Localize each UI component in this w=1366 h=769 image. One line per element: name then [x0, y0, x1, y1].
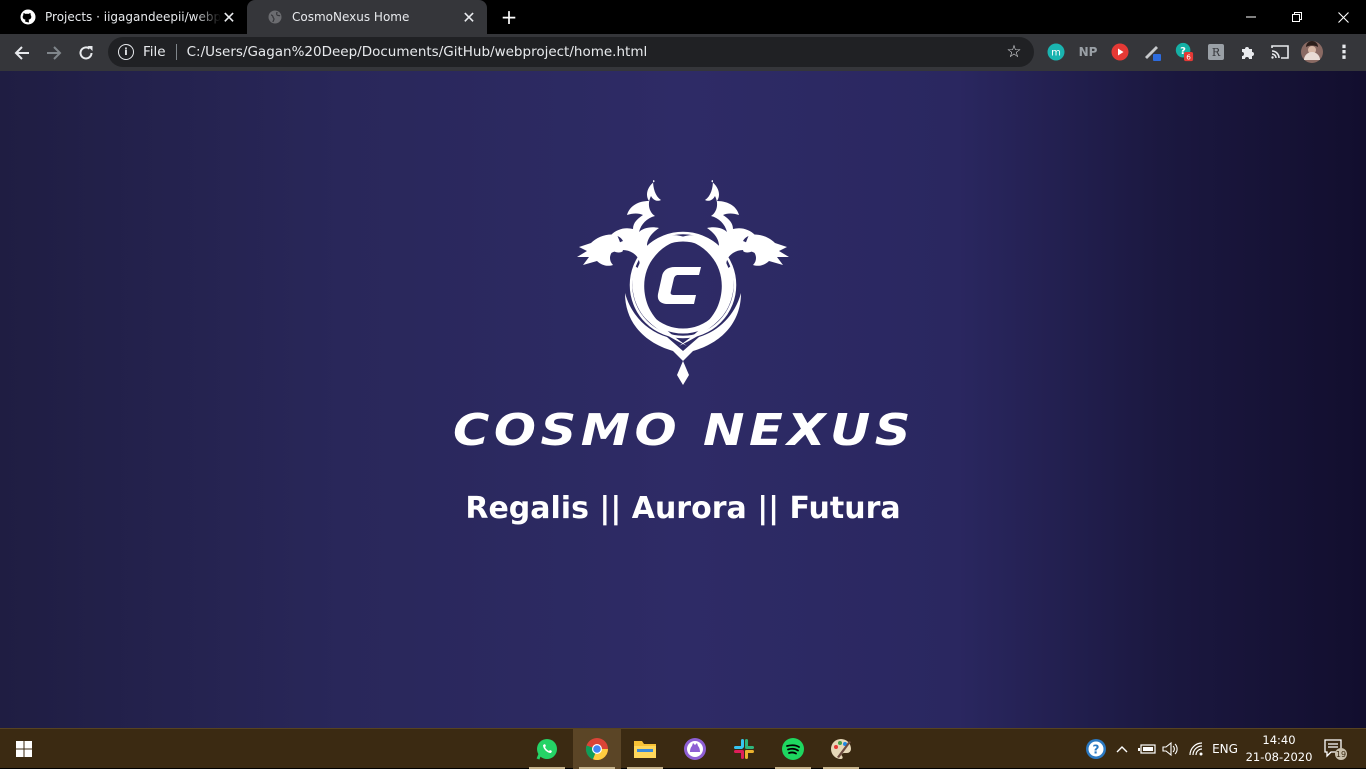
- language-indicator[interactable]: ENG: [1210, 729, 1240, 769]
- close-window-button[interactable]: [1320, 0, 1366, 34]
- minimize-button[interactable]: [1228, 0, 1274, 34]
- bookmark-star-icon[interactable]: ☆: [1004, 42, 1024, 62]
- tab-title: Projects · iigagandeepii/webproject: [45, 10, 221, 24]
- back-arrow-icon: [14, 46, 29, 60]
- pen-extension-icon[interactable]: [1142, 42, 1162, 62]
- reload-icon: [79, 46, 93, 60]
- file-explorer-icon[interactable]: [621, 729, 669, 769]
- whatsapp-icon[interactable]: [523, 729, 571, 769]
- reload-button[interactable]: [72, 39, 100, 67]
- site-info-icon[interactable]: i: [118, 44, 134, 60]
- notification-icon: 19: [1324, 739, 1347, 760]
- help-icon[interactable]: ?: [1083, 729, 1109, 769]
- tagline: Regalis || Aurora || Futura: [465, 491, 901, 526]
- paint-icon[interactable]: [817, 729, 865, 769]
- start-button[interactable]: [0, 729, 48, 769]
- chevron-up-icon[interactable]: [1113, 729, 1131, 769]
- clock-date: 21-08-2020: [1245, 750, 1313, 764]
- svg-text:6: 6: [1186, 52, 1191, 61]
- new-tab-button[interactable]: +: [497, 5, 521, 29]
- system-clock[interactable]: 14:40 21-08-2020: [1244, 732, 1314, 766]
- slack-icon[interactable]: [720, 729, 768, 769]
- wifi-icon[interactable]: [1186, 729, 1208, 769]
- address-bar[interactable]: i File C:/Users/Gagan%20Deep/Documents/G…: [108, 37, 1034, 67]
- notification-center-button[interactable]: 19: [1320, 729, 1350, 769]
- scheme-label: File: [143, 44, 166, 60]
- spotify-icon[interactable]: [769, 729, 817, 769]
- tab-strip: Projects · iigagandeepii/webproject ✕ Co…: [0, 0, 1366, 34]
- volume-icon[interactable]: [1160, 729, 1182, 769]
- github-desktop-icon[interactable]: [671, 729, 719, 769]
- restore-button[interactable]: [1274, 0, 1320, 34]
- minimize-icon: [1246, 16, 1256, 18]
- svg-text:?: ?: [1093, 743, 1100, 757]
- svg-text:R: R: [1212, 46, 1221, 59]
- restore-icon: [1292, 12, 1302, 22]
- cosmo-nexus-wordmark: COSMO NEXUS: [453, 405, 915, 451]
- m-extension-icon[interactable]: m: [1046, 42, 1066, 62]
- menu-icon[interactable]: ⋮: [1334, 42, 1354, 63]
- puzzle-icon[interactable]: [1238, 42, 1258, 62]
- youtube-extension-icon[interactable]: [1110, 42, 1130, 62]
- profile-avatar[interactable]: [1300, 40, 1324, 64]
- chrome-icon[interactable]: [573, 729, 621, 769]
- battery-icon[interactable]: [1136, 729, 1158, 769]
- clock-time: 14:40: [1262, 733, 1296, 747]
- page-viewport: COSMO NEXUS Regalis || Aurora || Futura: [0, 71, 1366, 728]
- github-icon: [20, 9, 36, 25]
- reader-extension-icon[interactable]: R: [1206, 42, 1226, 62]
- windows-taskbar: ? ENG 14:40 21-08-2020 19: [0, 728, 1366, 769]
- svg-text:19: 19: [1336, 750, 1346, 759]
- back-button[interactable]: [8, 39, 36, 67]
- svg-text:m: m: [1051, 48, 1061, 59]
- cosmo-nexus-dragon-emblem: [577, 180, 789, 385]
- grammar-extension-icon[interactable]: ? 6: [1174, 42, 1194, 62]
- windows-logo-icon: [16, 741, 32, 757]
- tab-projects[interactable]: Projects · iigagandeepii/webproject ✕: [0, 0, 247, 34]
- np-extension-icon[interactable]: NP: [1076, 42, 1100, 62]
- close-tab-icon[interactable]: ✕: [461, 8, 477, 27]
- tab-cosmonexus-home[interactable]: CosmoNexus Home ✕: [247, 0, 487, 34]
- globe-icon: [267, 9, 283, 25]
- forward-button[interactable]: [40, 39, 68, 67]
- close-icon: [1337, 11, 1349, 23]
- tab-title: CosmoNexus Home: [292, 10, 410, 24]
- forward-arrow-icon: [47, 46, 62, 60]
- svg-text:COSMO NEXUS: COSMO NEXUS: [453, 405, 915, 451]
- browser-toolbar: i File C:/Users/Gagan%20Deep/Documents/G…: [0, 34, 1366, 71]
- close-tab-icon[interactable]: ✕: [221, 8, 237, 27]
- url-text[interactable]: C:/Users/Gagan%20Deep/Documents/GitHub/w…: [187, 44, 1004, 60]
- omnibox-divider: [175, 44, 177, 60]
- cast-icon[interactable]: [1270, 42, 1290, 62]
